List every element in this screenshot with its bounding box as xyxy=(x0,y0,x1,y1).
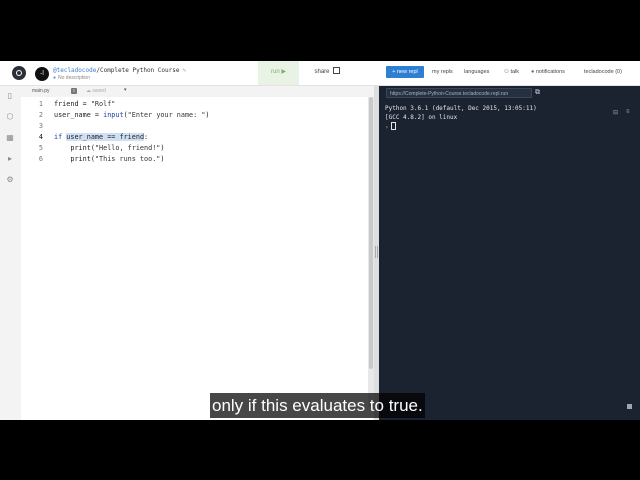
tab-options-icon[interactable]: ▾ xyxy=(124,87,127,93)
nav-talk[interactable]: ⚇ talk xyxy=(504,69,519,75)
globe-icon: ● xyxy=(53,75,57,81)
code-text: print("This runs too.") xyxy=(54,154,165,165)
edit-pencil-icon[interactable]: ✎ xyxy=(182,67,186,74)
project-path: @tecladocode/Complete Python Course ✎ xyxy=(53,67,186,74)
code-token: ) xyxy=(205,111,210,119)
editor-scrollbar-thumb[interactable] xyxy=(369,97,373,369)
nav-notifications-label: notifications xyxy=(535,69,565,75)
debugger-icon[interactable]: ▸ xyxy=(6,155,14,163)
packages-icon[interactable]: ⬡ xyxy=(6,113,14,121)
project-owner-link[interactable]: @tecladocode xyxy=(53,67,96,74)
code-lines: 1 friend = "Rolf" 2 user_name = input("E… xyxy=(21,99,373,165)
files-icon[interactable]: ▯ xyxy=(6,92,14,100)
code-line-current[interactable]: 4 if user_name == friend: xyxy=(21,132,373,143)
project-name: Complete Python Course xyxy=(99,67,180,74)
code-editor[interactable]: 1 friend = "Rolf" 2 user_name = input("E… xyxy=(21,97,373,420)
bell-icon: ● xyxy=(531,69,535,75)
code-line[interactable]: 6 print("This runs too.") xyxy=(21,154,373,165)
top-bar: -l @tecladocode/Complete Python Course ✎ … xyxy=(0,61,640,86)
share-icon xyxy=(332,67,340,74)
run-button[interactable]: run ▶ xyxy=(258,61,299,85)
code-text: friend = "Rolf" xyxy=(54,99,115,110)
share-button[interactable]: share xyxy=(306,61,348,85)
code-text: user_name = input("Enter your name: ") xyxy=(54,110,210,121)
line-number: 6 xyxy=(38,155,43,163)
people-icon: ⚇ xyxy=(504,69,509,75)
nav-languages[interactable]: languages xyxy=(464,69,489,75)
line-number: 4 xyxy=(38,133,43,141)
project-description: ● No description xyxy=(53,75,90,81)
string-token: "Hello, friend!" xyxy=(94,144,161,152)
code-text: if user_name == friend: xyxy=(54,132,148,143)
code-token: user_name = xyxy=(54,111,104,119)
code-line[interactable]: 5 print("Hello, friend!") xyxy=(21,143,373,154)
file-tab-bar: main.py ≡ ☁ saved ▾ xyxy=(21,86,373,97)
console-prompt: › xyxy=(385,124,389,131)
console-pane[interactable]: https://Complete-Python-Course.tecladoco… xyxy=(379,86,640,420)
format-icon[interactable]: ≡ xyxy=(71,88,77,94)
line-number: 2 xyxy=(38,111,43,119)
repl-url-field[interactable]: https://Complete-Python-Course.tecladoco… xyxy=(386,88,532,98)
code-token: : xyxy=(144,133,149,141)
description-text: No description xyxy=(58,75,90,81)
sidebar: ▯ ⬡ ▦ ▸ ⚙ xyxy=(0,86,21,420)
account-menu[interactable]: tecladocode (0) xyxy=(584,69,622,75)
code-token: friend = xyxy=(54,100,91,108)
code-token: print( xyxy=(54,144,95,152)
share-label: share xyxy=(314,69,330,75)
saved-label: saved xyxy=(92,88,106,94)
repl-app: -l @tecladocode/Complete Python Course ✎ … xyxy=(0,61,640,420)
line-number: 5 xyxy=(38,144,43,152)
settings-icon[interactable]: ⚙ xyxy=(6,176,14,184)
string-token: "This runs too." xyxy=(94,155,161,163)
clear-console-icon[interactable]: ≡ xyxy=(626,109,630,115)
console-cursor[interactable] xyxy=(390,122,396,130)
nav-my-repls[interactable]: my repls xyxy=(432,69,453,75)
builtin-token: input xyxy=(103,111,124,119)
selected-text: user_name == friend xyxy=(66,133,145,141)
database-icon[interactable]: ▦ xyxy=(6,134,14,142)
tab-main-py[interactable]: main.py xyxy=(32,88,50,94)
nav-talk-label: talk xyxy=(510,69,520,75)
console-line: Python 3.6.1 (default, Dec 2015, 13:05:1… xyxy=(385,105,537,112)
keyword-token: if xyxy=(54,133,67,141)
project-avatar[interactable]: -l xyxy=(35,67,49,81)
line-number: 1 xyxy=(38,100,43,108)
console-line: [GCC 4.8.2] on linux xyxy=(385,114,458,121)
code-token: print( xyxy=(54,155,95,163)
nav-notifications[interactable]: ● notifications xyxy=(531,69,565,75)
saved-status: ☁ saved xyxy=(86,88,106,94)
console-resize-icon[interactable] xyxy=(627,404,632,409)
code-line[interactable]: 1 friend = "Rolf" xyxy=(21,99,373,110)
console-output: Python 3.6.1 (default, Dec 2015, 13:05:1… xyxy=(385,104,615,132)
line-number: 3 xyxy=(38,122,43,130)
code-text: print("Hello, friend!") xyxy=(54,143,165,154)
string-token: "Rolf" xyxy=(90,100,116,108)
replit-logo-icon[interactable] xyxy=(12,66,26,80)
video-caption: only if this evaluates to true. xyxy=(210,393,425,418)
code-token: ) xyxy=(160,144,165,152)
string-token: "Enter your name: " xyxy=(127,111,206,119)
new-repl-button[interactable]: + new repl xyxy=(386,66,424,78)
open-external-icon[interactable]: ⧉ xyxy=(535,89,540,97)
code-line[interactable]: 2 user_name = input("Enter your name: ") xyxy=(21,110,373,121)
code-token: ) xyxy=(160,155,165,163)
code-line[interactable]: 3 xyxy=(21,121,373,132)
